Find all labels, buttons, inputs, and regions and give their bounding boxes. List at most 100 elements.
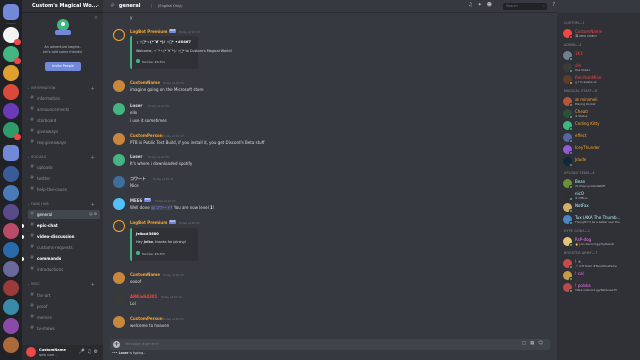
server-icon[interactable] [3, 204, 19, 220]
member-item[interactable]: din Has Shade [563, 62, 638, 74]
message-author[interactable]: LogBot Premium [130, 220, 167, 225]
avatar[interactable] [113, 80, 125, 92]
message-author[interactable]: ARKadi4301 [130, 294, 157, 299]
search-input[interactable]: Search ⌕ [503, 3, 547, 10]
add-channel-icon[interactable]: + [91, 202, 95, 208]
help-icon[interactable]: ? [552, 2, 555, 8]
attach-plus-icon[interactable]: + [113, 341, 120, 348]
invite-people-button[interactable]: Invite People [45, 62, 81, 71]
server-icon[interactable] [3, 27, 21, 45]
chevron-down-icon[interactable]: ⌄ [96, 2, 100, 8]
member-item[interactable]: RenYeahMine ◎ I'm awake sk [563, 74, 638, 86]
member-item[interactable]: æ minimeli Playing Rocket [563, 96, 638, 108]
message-author[interactable]: CustomName [130, 80, 160, 85]
message-author[interactable]: Loser [130, 154, 142, 159]
channel-twitter[interactable]: # twitter [28, 174, 100, 183]
category-socials[interactable]: ⌄ SOCIALS + [27, 155, 100, 161]
channel-req-giveaways[interactable]: # req-giveaways [28, 138, 100, 147]
channel-general[interactable]: # general ☺ ⚙ [28, 210, 100, 219]
avatar[interactable] [26, 347, 36, 357]
message-author[interactable]: CustomPerson [130, 133, 163, 138]
avatar[interactable] [113, 103, 125, 115]
avatar[interactable] [113, 294, 125, 306]
server-icon-active[interactable] [3, 145, 19, 161]
message-author[interactable]: CustomPerson [130, 316, 163, 321]
avatar[interactable] [113, 198, 125, 210]
channel-starboard[interactable]: # starboard [28, 116, 100, 125]
members-icon[interactable]: ☻ [487, 2, 497, 8]
server-icon[interactable] [3, 185, 19, 201]
server-icon[interactable] [3, 280, 19, 296]
channel-announcements[interactable]: # announcements [28, 105, 100, 114]
server-icon[interactable] [3, 65, 19, 81]
member-item[interactable]: Bean 🎮 Playing VALORANT [563, 178, 638, 190]
mute-icon[interactable]: 🎤 [79, 349, 87, 355]
home-button[interactable] [3, 4, 19, 20]
server-icon[interactable] [3, 337, 19, 353]
server-icon[interactable] [3, 84, 19, 100]
server-icon[interactable] [3, 223, 19, 239]
avatar[interactable] [113, 220, 125, 232]
add-channel-icon[interactable]: + [91, 155, 95, 161]
channel-customs-requests[interactable]: # customs-requests [28, 243, 100, 252]
message-author[interactable]: コワート [130, 176, 146, 182]
server-header[interactable]: Custom's Magical Wo... ⌄ [22, 0, 103, 13]
server-icon[interactable] [3, 103, 19, 119]
message-author[interactable]: MEE6 [130, 198, 142, 203]
server-icon[interactable] [3, 122, 21, 140]
add-channel-icon[interactable]: + [91, 86, 95, 92]
gear-icon[interactable]: ⚙ [94, 349, 100, 355]
add-channel-icon[interactable]: + [91, 282, 95, 288]
gift-icon[interactable]: □ [522, 341, 530, 346]
message-author[interactable]: CustomName [130, 272, 160, 277]
avatar[interactable] [113, 272, 125, 284]
member-item[interactable]: CustomName 🎬 NEW VIDEO! [563, 28, 638, 40]
channel-giveaways[interactable]: # giveaways [28, 127, 100, 136]
message-composer[interactable]: + Message #general □▦☺ [110, 339, 550, 350]
member-item[interactable]: ! cal [563, 270, 638, 282]
server-icon[interactable] [3, 261, 19, 277]
emoji-icon[interactable]: ☺ [538, 341, 547, 346]
bell-icon[interactable]: ♫ [468, 2, 477, 8]
member-item[interactable]: RsP-dog 🔥 Join discord.gg/HyPeGoD [563, 236, 638, 248]
message-input[interactable]: Message #general [125, 342, 159, 346]
member-item[interactable]: NotFax [563, 202, 638, 214]
channel-proof[interactable]: # proof [28, 302, 100, 311]
category-fan-hub[interactable]: ⌄ FANS HUB + [27, 202, 100, 208]
category-misc[interactable]: ⌄ MISC + [27, 282, 100, 288]
channel-commands[interactable]: # commands [22, 254, 100, 263]
message-author[interactable]: LogBot Premium [130, 29, 167, 34]
server-icon[interactable] [3, 242, 19, 258]
channel-help-the-cause[interactable]: # help-the-cause [28, 185, 100, 194]
channel-video-discussion[interactable]: # video-discussion [22, 232, 100, 241]
server-icon[interactable] [3, 318, 19, 334]
close-icon[interactable]: × [94, 15, 98, 21]
channel-tv-shows[interactable]: # tv-shows [28, 324, 100, 333]
channel-information[interactable]: # information [28, 94, 100, 103]
member-item[interactable]: IceyThunder [563, 144, 638, 156]
member-item[interactable]: ! ✭ 🎵 bdf Tank! #TanzOhneFarbe [563, 258, 638, 270]
member-item[interactable]: 1K3 [563, 50, 638, 62]
channel-uploads[interactable]: # uploads [28, 163, 100, 172]
avatar[interactable] [113, 154, 125, 166]
message-author[interactable]: Loser [130, 103, 142, 108]
member-item[interactable]: effect [563, 132, 638, 144]
server-icon[interactable] [3, 166, 19, 182]
category-information[interactable]: ⌄ INFORMATION + [27, 86, 100, 92]
avatar[interactable] [113, 176, 125, 188]
avatar[interactable] [113, 29, 125, 41]
avatar[interactable] [113, 316, 125, 328]
pin-icon[interactable]: ✦ [478, 2, 487, 8]
member-item[interactable]: ! polska https://discord.gg/TalkSnowTV [563, 282, 638, 294]
member-item[interactable]: Tux (AKA The Thumb... Thought I'd be a be… [563, 214, 638, 226]
server-icon[interactable] [3, 46, 21, 64]
member-item[interactable]: Cheatr ★ Status [563, 108, 638, 120]
channel-introductions[interactable]: # introductions [28, 265, 100, 274]
invite-and-settings-icons[interactable]: ☺ ⚙ [89, 212, 97, 216]
member-item[interactable]: Coding Kitty [563, 120, 638, 132]
channel-fan-art[interactable]: # fan-art [28, 291, 100, 300]
member-item[interactable]: Jdude [563, 156, 638, 168]
channel-epic-chat[interactable]: # epic-chat [22, 221, 100, 230]
avatar[interactable] [113, 133, 125, 145]
channel-memes[interactable]: # memes [28, 313, 100, 322]
